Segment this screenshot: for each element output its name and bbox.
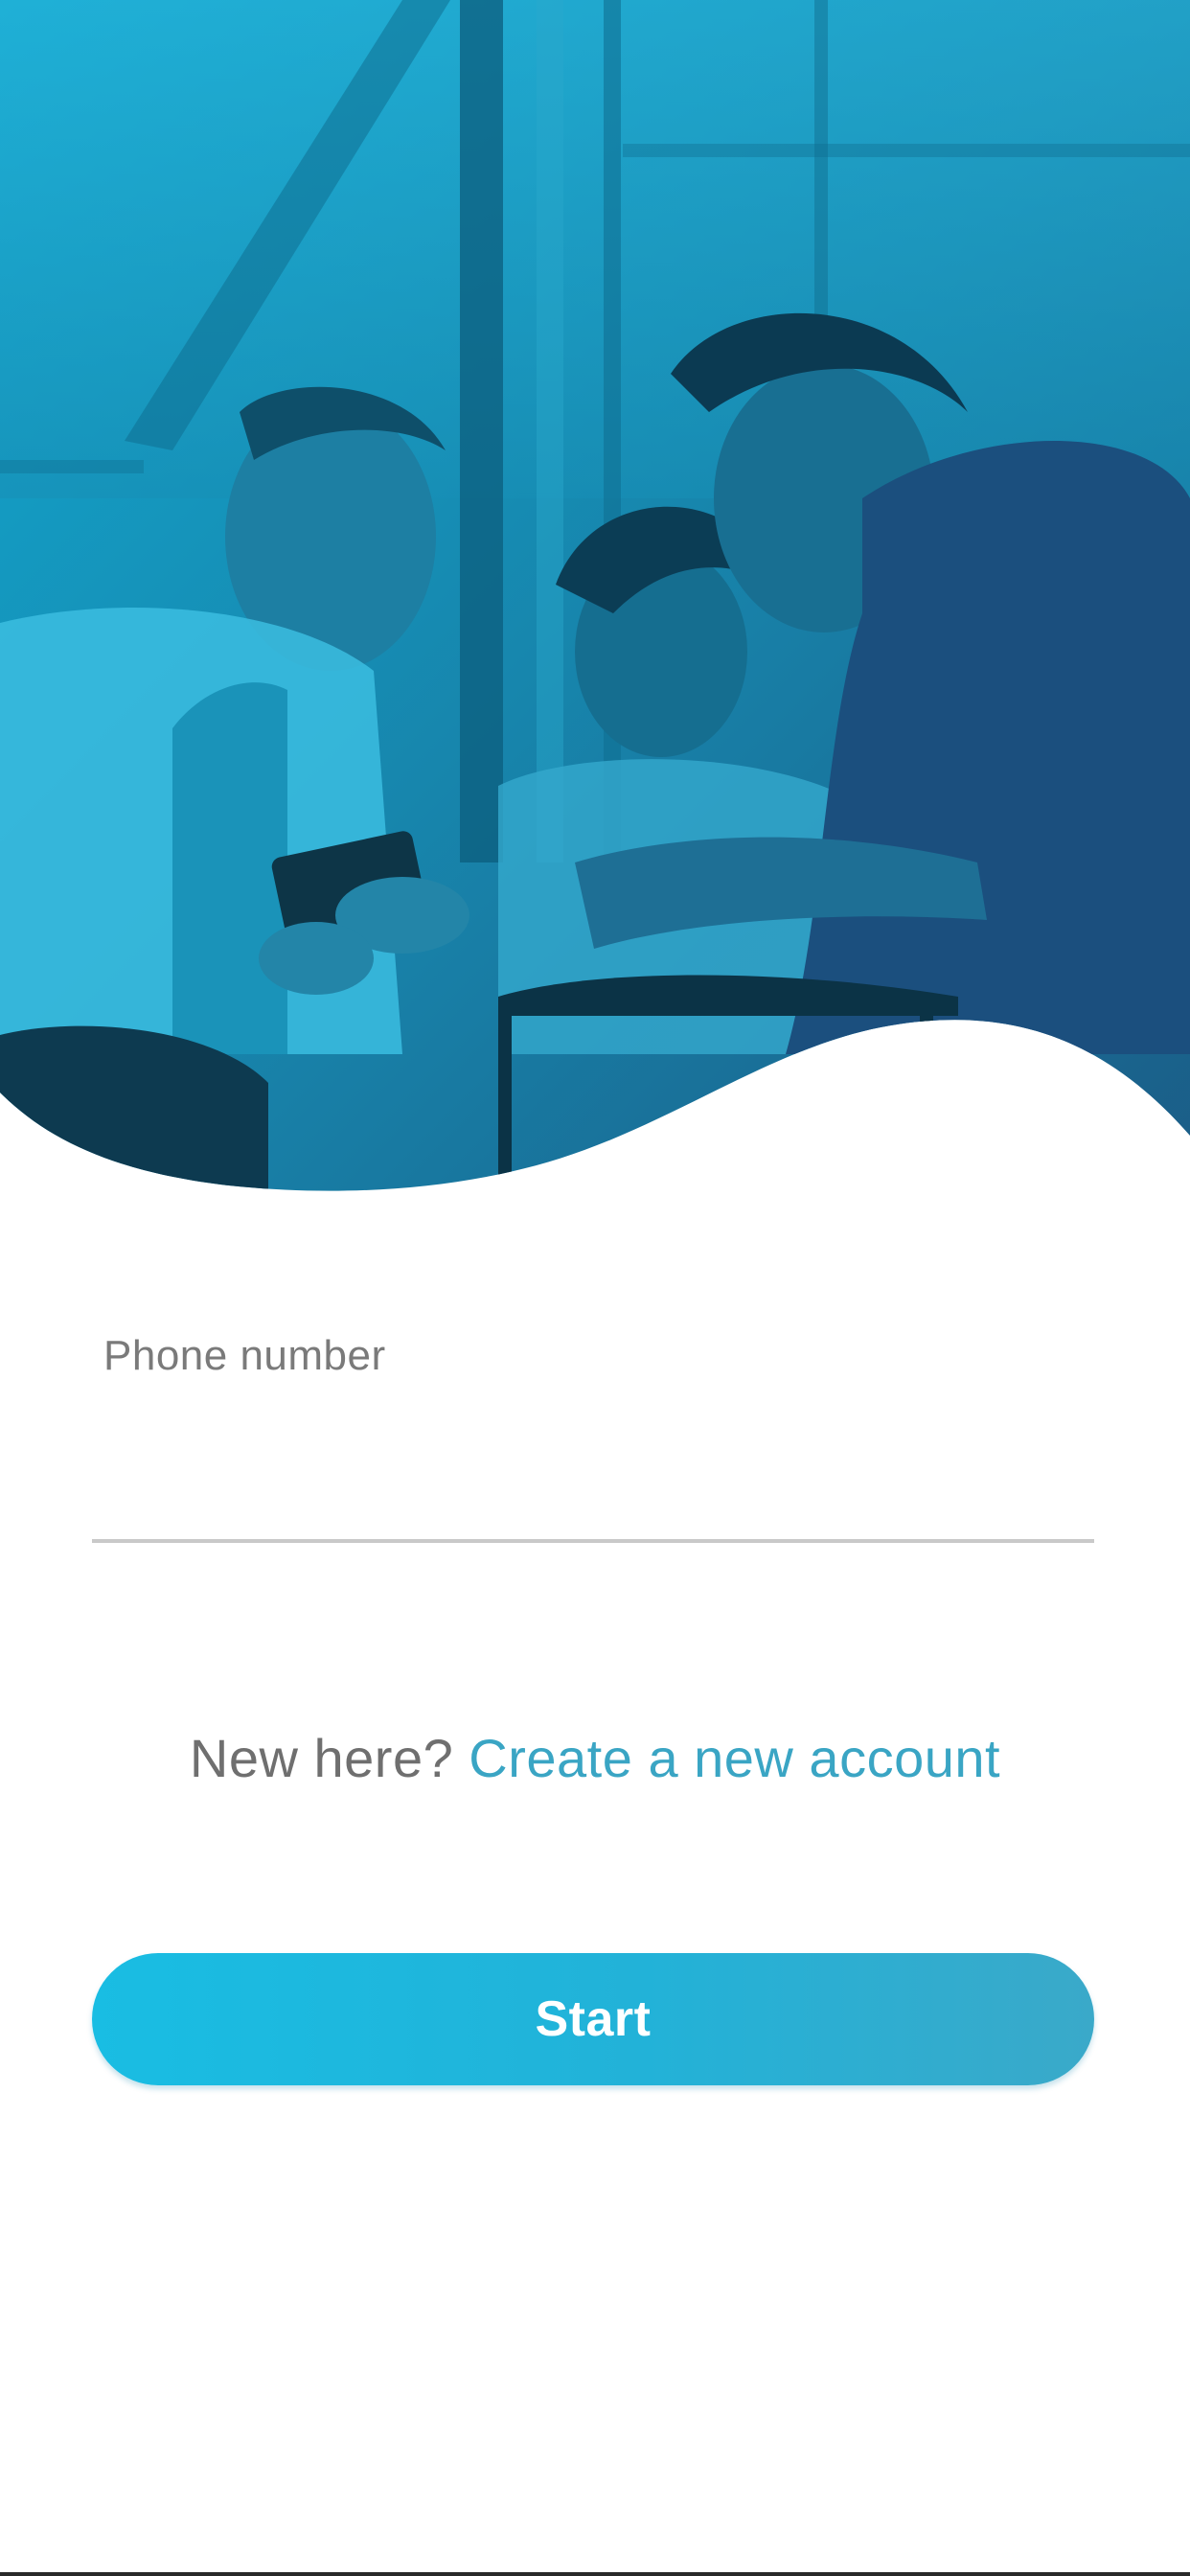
signup-row: New here? Create a new account (0, 1720, 1190, 1797)
phone-number-label: Phone number (103, 1332, 386, 1379)
login-form: Phone number New here? Create a new acco… (0, 0, 1190, 2576)
bottom-divider (0, 2572, 1190, 2576)
start-button[interactable]: Start (92, 1953, 1094, 2085)
phone-number-input[interactable] (92, 1409, 1094, 1543)
signup-prompt-text: New here? (189, 1728, 469, 1788)
create-account-link[interactable]: Create a new account (469, 1728, 1000, 1788)
